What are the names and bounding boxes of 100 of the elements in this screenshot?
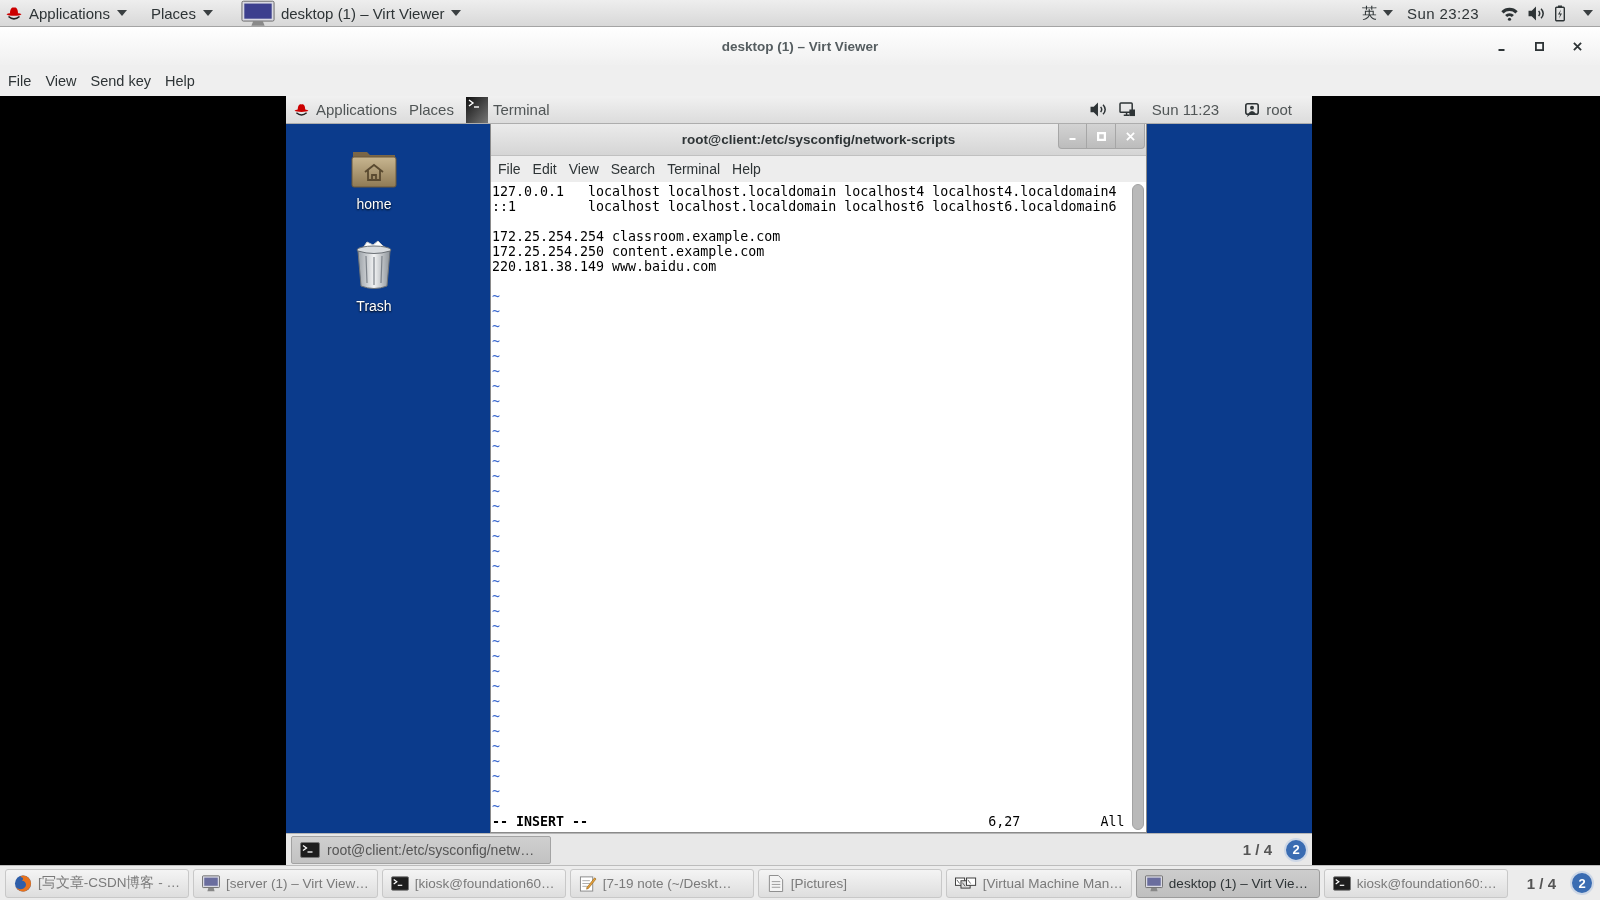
monitor-icon — [240, 0, 275, 27]
taskbar-item[interactable]: [server (1) – Virt View… — [193, 868, 378, 898]
input-method-menu[interactable]: 英 — [1362, 3, 1393, 23]
wifi-icon[interactable] — [1501, 5, 1518, 21]
terminal-icon — [465, 96, 488, 123]
caret-icon[interactable] — [1583, 10, 1593, 16]
empty-line-marker: ~ — [492, 709, 500, 724]
taskbar-item[interactable]: [Virtual Machine Man… — [945, 868, 1132, 898]
document-icon — [766, 874, 785, 892]
empty-line-marker: ~ — [492, 739, 500, 754]
trash-icon[interactable] — [354, 240, 394, 290]
taskbar-item[interactable]: kiosk@foundation60:… — [1323, 868, 1508, 898]
taskbar-item[interactable]: [kiosk@foundation60… — [381, 868, 566, 898]
cursor-position: 6,27 — [988, 814, 1022, 829]
menu-item[interactable]: View — [38, 65, 84, 96]
empty-line-marker: ~ — [492, 349, 500, 364]
empty-line-marker: ~ — [492, 799, 500, 814]
speaker-icon[interactable] — [1089, 102, 1107, 117]
caret-icon — [202, 10, 213, 16]
empty-line-marker: ~ — [492, 319, 500, 334]
applications-menu[interactable]: Applications — [290, 96, 405, 123]
app-menu[interactable]: Terminal — [465, 96, 558, 123]
minimize-icon — [1069, 138, 1076, 140]
empty-line-marker: ~ — [492, 604, 500, 619]
places-menu[interactable]: Places — [144, 0, 221, 26]
empty-line-marker: ~ — [492, 754, 500, 769]
speaker-icon[interactable] — [1528, 5, 1545, 21]
empty-line-marker: ~ — [492, 364, 500, 379]
monitor-icon — [1144, 874, 1163, 892]
empty-line-marker: ~ — [492, 439, 500, 454]
empty-line-marker: ~ — [492, 649, 500, 664]
empty-line-marker: ~ — [492, 784, 500, 799]
taskbar-item[interactable]: [写文章-CSDN博客 - … — [5, 868, 189, 898]
monitors-icon — [954, 874, 977, 892]
monitor-icon — [202, 874, 220, 892]
monitor-icon[interactable] — [1118, 102, 1136, 117]
empty-line-marker: ~ — [492, 724, 500, 739]
empty-line-marker: ~ — [492, 379, 500, 394]
menu-item[interactable]: File — [492, 156, 527, 182]
scrollbar-thumb[interactable] — [1132, 184, 1144, 830]
terminal-line: 220.181.38.149 www.baidu.com — [492, 259, 717, 274]
empty-line-marker: ~ — [492, 574, 500, 589]
menu-item[interactable]: Edit — [526, 156, 563, 182]
notepad-icon — [578, 874, 597, 892]
empty-line-marker: ~ — [492, 769, 500, 784]
empty-line-marker: ~ — [492, 589, 500, 604]
terminal-icon — [300, 841, 320, 858]
window-menu[interactable]: desktop (1) – Virt Viewer — [240, 0, 461, 26]
menu-item[interactable]: Search — [604, 156, 662, 182]
menu-item[interactable]: Terminal — [661, 156, 727, 182]
empty-line-marker: ~ — [492, 619, 500, 634]
empty-line-marker: ~ — [492, 664, 500, 679]
terminal-icon — [390, 874, 409, 892]
battery-icon[interactable] — [1555, 4, 1565, 22]
desktop-icon-label[interactable]: home — [356, 196, 392, 212]
empty-line-marker: ~ — [492, 634, 500, 649]
window-title: desktop (1) – Virt Viewer — [721, 38, 879, 54]
notification-badge[interactable]: 2 — [1284, 837, 1308, 862]
hat-icon — [6, 6, 22, 20]
empty-line-marker: ~ — [492, 529, 500, 544]
workspace-indicator[interactable]: 1 / 4 — [1526, 874, 1556, 892]
maximize-icon — [1534, 41, 1544, 51]
notification-badge[interactable]: 2 — [1570, 871, 1594, 895]
caret-icon — [116, 10, 127, 16]
applications-menu[interactable]: Applications — [0, 0, 135, 26]
empty-line-marker: ~ — [492, 559, 500, 574]
user-menu[interactable]: root — [1241, 96, 1300, 123]
empty-line-marker: ~ — [492, 454, 500, 469]
desktop-icon-label[interactable]: Trash — [356, 298, 392, 314]
menu-item[interactable]: View — [562, 156, 605, 182]
menu-item[interactable]: Send key — [83, 65, 158, 96]
window-list-item[interactable]: root@client:/etc/sysconfig/netw… — [291, 835, 551, 864]
empty-line-marker: ~ — [492, 514, 500, 529]
caret-icon — [450, 10, 461, 16]
window-title: root@client:/etc/sysconfig/network-scripts — [681, 132, 956, 147]
minimize-icon — [1497, 49, 1505, 51]
terminal-line: 172.25.254.254 classroom.example.com — [492, 229, 781, 244]
taskbar-item[interactable]: [Pictures] — [757, 868, 942, 898]
scroll-position: All — [1100, 814, 1125, 829]
empty-line-marker: ~ — [492, 544, 500, 559]
terminal-line: 127.0.0.1 localhost localhost.localdomain localhost4 localhost4.localdomain4 — [492, 184, 1117, 199]
empty-line-marker: ~ — [492, 679, 500, 694]
menu-item[interactable]: File — [1, 65, 39, 96]
terminal-icon — [1332, 874, 1351, 892]
taskbar-item[interactable]: [7-19 note (~/Deskt… — [569, 868, 754, 898]
empty-line-marker: ~ — [492, 289, 500, 304]
empty-line-marker: ~ — [492, 484, 500, 499]
clock[interactable]: Sun 11:23 — [1147, 96, 1228, 123]
taskbar-item[interactable]: desktop (1) – Virt Vie… — [1135, 868, 1320, 898]
menu-item[interactable]: Help — [158, 65, 202, 96]
close-icon — [1125, 131, 1135, 141]
terminal-line: 172.25.254.250 content.example.com — [492, 244, 765, 259]
menu-item[interactable]: Help — [726, 156, 767, 182]
maximize-icon — [1096, 131, 1106, 141]
clock[interactable]: Sun 23:23 — [1407, 4, 1479, 22]
workspace-indicator[interactable]: 1 / 4 — [1242, 841, 1272, 858]
places-menu[interactable]: Places — [404, 96, 462, 123]
empty-line-marker: ~ — [492, 694, 500, 709]
empty-line-marker: ~ — [492, 334, 500, 349]
empty-line-marker: ~ — [492, 304, 500, 319]
